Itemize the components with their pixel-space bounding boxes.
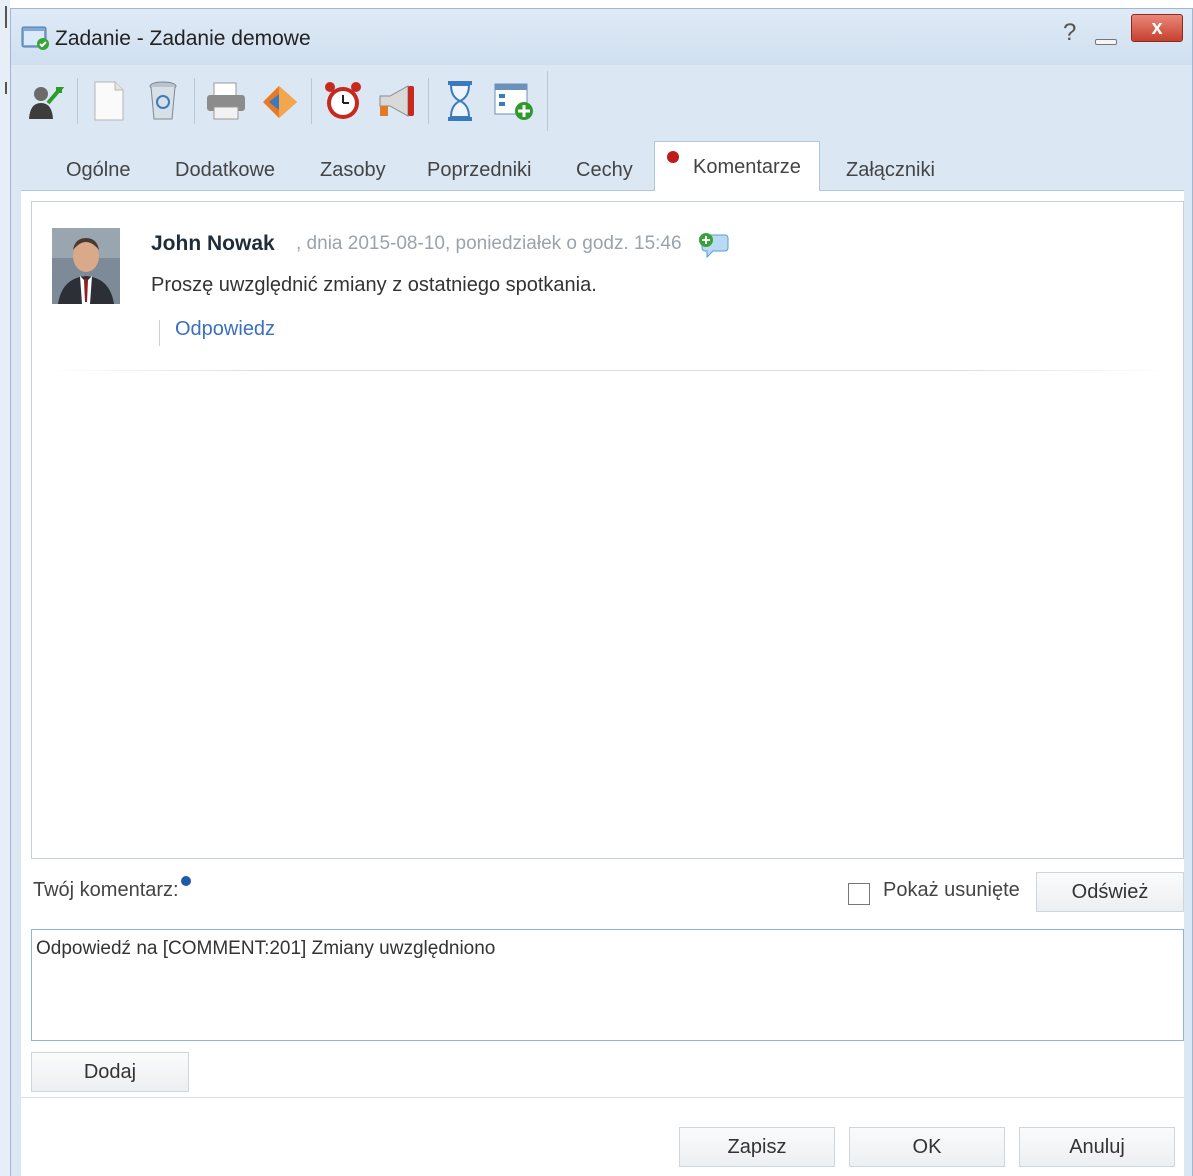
cancel-button[interactable]: Anuluj: [1019, 1127, 1175, 1167]
announce-button[interactable]: [370, 74, 424, 128]
reply-separator: [159, 320, 160, 346]
chart-icon: [263, 86, 297, 118]
reply-link[interactable]: Odpowiedz: [175, 318, 275, 341]
new-document-button[interactable]: [82, 74, 136, 128]
refresh-button[interactable]: Odśwież: [1036, 872, 1184, 912]
comment-divider: [48, 370, 1168, 371]
tab-resources[interactable]: Zasoby: [320, 149, 386, 191]
tab-general[interactable]: Ogólne: [66, 149, 131, 191]
save-button[interactable]: Zapisz: [679, 1127, 835, 1167]
recycle-bin-icon: [149, 81, 177, 120]
tab-comments[interactable]: Komentarze: [654, 141, 820, 192]
add-view-button[interactable]: [487, 74, 541, 128]
add-comment-button[interactable]: Dodaj: [31, 1052, 189, 1092]
alert-icon: [667, 151, 679, 163]
comment-author: John Nowak: [151, 232, 275, 255]
chart-button[interactable]: [253, 74, 307, 128]
delete-button[interactable]: [136, 74, 190, 128]
comments-list[interactable]: John Nowak , dnia 2015-08-10, poniedział…: [31, 201, 1184, 859]
add-reply-icon[interactable]: [697, 231, 729, 259]
comment-date: , dnia 2015-08-10, poniedziałek o godz. …: [296, 233, 682, 254]
hourglass-icon: [448, 81, 472, 121]
tab-predecessors[interactable]: Poprzedniki: [427, 149, 532, 191]
background-window-edge: [0, 0, 10, 1176]
info-icon[interactable]: [180, 876, 191, 886]
tab-comments-label: Komentarze: [693, 156, 801, 178]
print-button[interactable]: [199, 74, 253, 128]
assign-user-button[interactable]: [19, 74, 73, 128]
window-title: Zadanie - Zadanie demowe: [55, 27, 311, 50]
alarm-clock-icon: [325, 82, 361, 119]
reminder-button[interactable]: [316, 74, 370, 128]
comment-input[interactable]: Odpowiedź na [COMMENT:201] Zmiany uwzglę…: [31, 929, 1184, 1041]
your-comment-label: Twój komentarz:: [33, 876, 191, 902]
add-view-icon: [494, 83, 533, 120]
megaphone-icon: [379, 85, 414, 117]
ok-button[interactable]: OK: [849, 1127, 1005, 1167]
toolbar: [19, 69, 1184, 133]
new-document-icon: [94, 81, 124, 121]
show-deleted-checkbox[interactable]: [848, 883, 870, 905]
close-button[interactable]: x: [1131, 14, 1183, 42]
tab-bar: Ogólne Dodatkowe Zasoby Poprzedniki Cech…: [21, 141, 1184, 192]
minimize-button[interactable]: [1095, 39, 1117, 45]
avatar: [52, 228, 120, 304]
footer-divider: [21, 1097, 1184, 1098]
comments-tab-content: John Nowak , dnia 2015-08-10, poniedział…: [21, 191, 1184, 1176]
title-bar[interactable]: Zadanie - Zadanie demowe ? x: [11, 9, 1192, 65]
task-window-icon: [21, 25, 51, 51]
tab-attachments[interactable]: Załączniki: [846, 149, 935, 191]
comment-text: Proszę uwzględnić zmiany z ostatniego sp…: [151, 274, 597, 296]
help-button[interactable]: ?: [1063, 19, 1076, 47]
show-deleted-label[interactable]: Pokaż usunięte: [883, 879, 1020, 902]
task-dialog-window: Zadanie - Zadanie demowe ? x Ogólne Doda…: [10, 8, 1193, 1176]
time-tracking-button[interactable]: [433, 74, 487, 128]
print-icon: [207, 82, 245, 120]
tab-features[interactable]: Cechy: [576, 149, 633, 191]
tab-additional[interactable]: Dodatkowe: [175, 149, 275, 191]
user-assign-icon: [29, 87, 65, 119]
